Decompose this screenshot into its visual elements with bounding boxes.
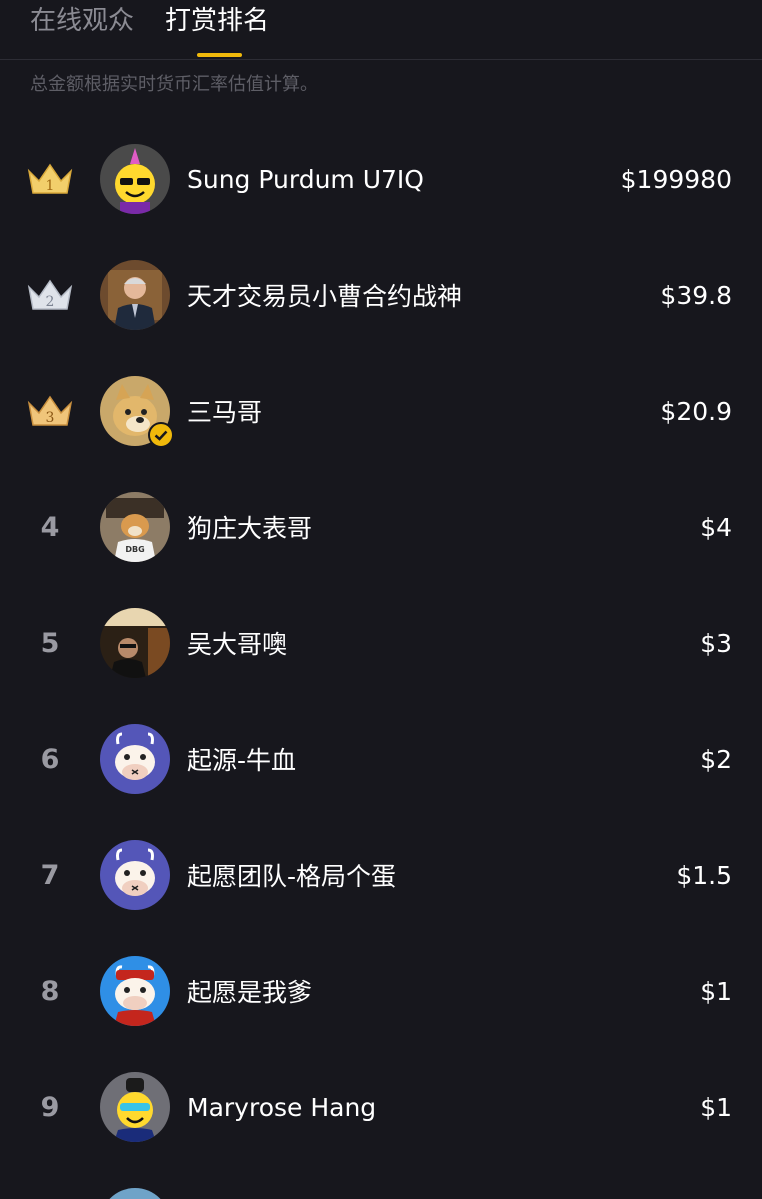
- ranking-row[interactable]: 3 三马哥 $20.9: [0, 353, 762, 469]
- ranking-row[interactable]: 4 DBG 狗庄大表哥 $4: [0, 469, 762, 585]
- avatar[interactable]: [100, 260, 170, 330]
- rank-badge: 3: [20, 353, 80, 469]
- rank-label: 4: [20, 469, 80, 585]
- rank-label: 8: [20, 933, 80, 1049]
- tip-amount: $1: [700, 1092, 732, 1122]
- rank-label: 5: [20, 585, 80, 701]
- bronze-crown-icon: 3: [27, 395, 73, 426]
- user-name: 吴大哥噢: [187, 630, 288, 659]
- svg-text:1: 1: [46, 178, 55, 194]
- user-name: Sung Purdum U7IQ: [187, 164, 424, 194]
- tip-amount: $2: [700, 744, 732, 774]
- tip-amount: $39.8: [660, 280, 732, 310]
- rank-number: 9: [40, 1091, 60, 1123]
- rank-label: 6: [20, 701, 80, 817]
- rank-number: 4: [40, 511, 60, 543]
- tip-amount: $1.5: [676, 860, 732, 890]
- svg-text:DBG: DBG: [125, 545, 144, 554]
- ranking-row[interactable]: 9 Maryrose Hang $1: [0, 1049, 762, 1165]
- ranking-row[interactable]: 2 天才交易员小曹合约战神 $39.8: [0, 237, 762, 353]
- rank-badge: 1: [20, 121, 80, 237]
- smiley-sunglasses-avatar: [100, 1072, 170, 1142]
- avatar[interactable]: [100, 376, 174, 448]
- user-name: 三马哥: [187, 398, 263, 427]
- avatar[interactable]: [100, 608, 170, 678]
- rank-label: 9: [20, 1049, 80, 1165]
- tip-amount: $3: [700, 628, 732, 658]
- avatar[interactable]: [100, 1072, 170, 1142]
- silver-crown-icon: 2: [27, 279, 73, 310]
- user-name: Maryrose Hang: [187, 1092, 377, 1122]
- avatar[interactable]: [100, 724, 170, 794]
- user-name: 起愿团队-格局个蛋: [187, 862, 397, 891]
- user-name: 天才交易员小曹合约战神: [187, 282, 463, 311]
- svg-text:2: 2: [46, 294, 55, 310]
- ranking-row[interactable]: 8 起愿是我爹 $1: [0, 933, 762, 1049]
- avatar[interactable]: [100, 956, 170, 1026]
- tip-amount: $4: [700, 512, 732, 542]
- currency-note: 总金额根据实时货币汇率估值计算。: [30, 74, 318, 95]
- cow-avatar: [100, 840, 170, 910]
- user-name: 起愿是我爹: [187, 978, 313, 1007]
- tip-amount: $199980: [620, 164, 732, 194]
- user-name: 狗庄大表哥: [187, 514, 313, 543]
- suit-man-avatar: [100, 260, 170, 330]
- svg-text:3: 3: [46, 410, 55, 426]
- tab-tip-ranking[interactable]: 打赏排名: [165, 6, 269, 36]
- active-tab-indicator: [197, 53, 242, 57]
- tip-amount: $1: [700, 976, 732, 1006]
- rank-number: 8: [40, 975, 60, 1007]
- cow-avatar: [100, 724, 170, 794]
- tab-online-viewers[interactable]: 在线观众: [30, 6, 134, 36]
- user-name: 起源-牛血: [187, 746, 297, 775]
- ranking-row[interactable]: 1 Sung Purdum U7IQ $199980: [0, 121, 762, 237]
- rank-label: 7: [20, 817, 80, 933]
- rank-badge: 2: [20, 237, 80, 353]
- avatar-partial: [100, 1188, 170, 1199]
- tab-bar: 在线观众 打赏排名: [0, 0, 762, 60]
- avatar[interactable]: [100, 144, 170, 214]
- avatar[interactable]: DBG: [100, 492, 170, 562]
- tip-amount: $20.9: [660, 396, 732, 426]
- rank-number: 5: [40, 627, 60, 659]
- avatar[interactable]: [100, 840, 170, 910]
- party-smiley-avatar: [100, 144, 170, 214]
- rank-number: 6: [40, 743, 60, 775]
- ranking-page: 在线观众 打赏排名 总金额根据实时货币汇率估值计算。 1 Sung Purdum…: [0, 0, 762, 1199]
- ranking-row[interactable]: 5 吴大哥噢 $3: [0, 585, 762, 701]
- ranking-row[interactable]: 7 起愿团队-格局个蛋 $1.5: [0, 817, 762, 933]
- man-with-sign-avatar: [100, 608, 170, 678]
- rank-number: 7: [40, 859, 60, 891]
- ranking-row[interactable]: 6 起源-牛血 $2: [0, 701, 762, 817]
- cow-red-avatar: [100, 956, 170, 1026]
- gold-crown-icon: 1: [27, 163, 73, 194]
- verified-badge-icon: [148, 422, 174, 448]
- shiba-dbg-avatar: DBG: [100, 492, 170, 562]
